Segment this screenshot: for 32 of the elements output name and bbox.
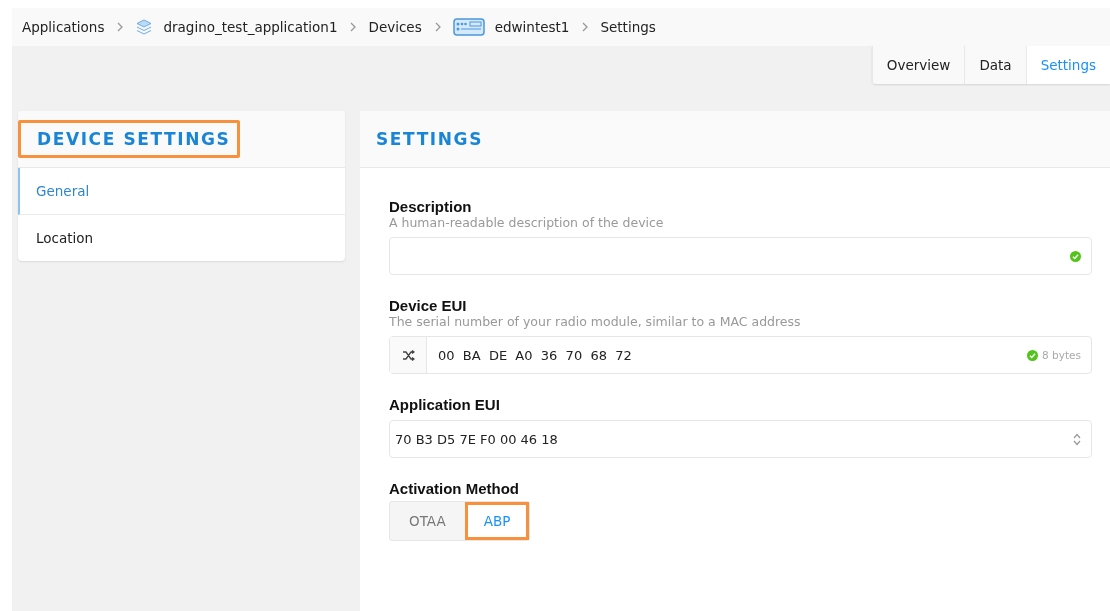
breadcrumb-link[interactable]: dragino_test_application1 [163, 19, 338, 35]
chevron-icon [350, 22, 357, 32]
field-label: Device EUI [389, 297, 468, 314]
chevron-icon [582, 22, 589, 32]
byte-count: 8 bytes [1042, 349, 1081, 361]
field-label: Description [389, 198, 473, 215]
menu-item[interactable]: Location [18, 215, 345, 261]
breadcrumb-link[interactable]: Applications [22, 19, 105, 35]
select-field[interactable]: 70 B3 D5 7E F0 00 46 18 [389, 420, 1092, 458]
menu-item[interactable]: General [18, 168, 345, 215]
description-field[interactable] [389, 237, 1092, 275]
sort-caret-icon [1073, 432, 1081, 446]
radio-option[interactable]: OTAA [390, 502, 465, 540]
stack-icon [135, 18, 154, 36]
chevron-icon [434, 22, 441, 32]
shuffle-icon[interactable] [401, 349, 415, 361]
eui-field[interactable]: 00 BA DE A0 36 70 68 72 8 bytes [389, 336, 1092, 374]
field-label: Application EUI [389, 396, 501, 413]
tab[interactable]: Overview [871, 46, 965, 84]
breadcrumb-link[interactable]: Devices [368, 19, 422, 35]
field-hint: The serial number of your radio module, similar to a MAC address [389, 314, 802, 329]
tab[interactable]: Data [964, 46, 1026, 84]
card-title: SETTINGS [375, 129, 483, 149]
check-icon [1070, 250, 1081, 262]
field-hint: A human-readable description of the device [389, 215, 665, 230]
field-label: Activation Method [389, 480, 520, 497]
chevron-icon [117, 22, 124, 32]
panel-title: DEVICE SETTINGS [18, 120, 241, 158]
breadcrumb-link[interactable]: Settings [600, 19, 656, 35]
device-icon [452, 17, 485, 37]
check-icon [1027, 349, 1039, 361]
breadcrumb-link[interactable]: edwintest1 [494, 19, 570, 35]
